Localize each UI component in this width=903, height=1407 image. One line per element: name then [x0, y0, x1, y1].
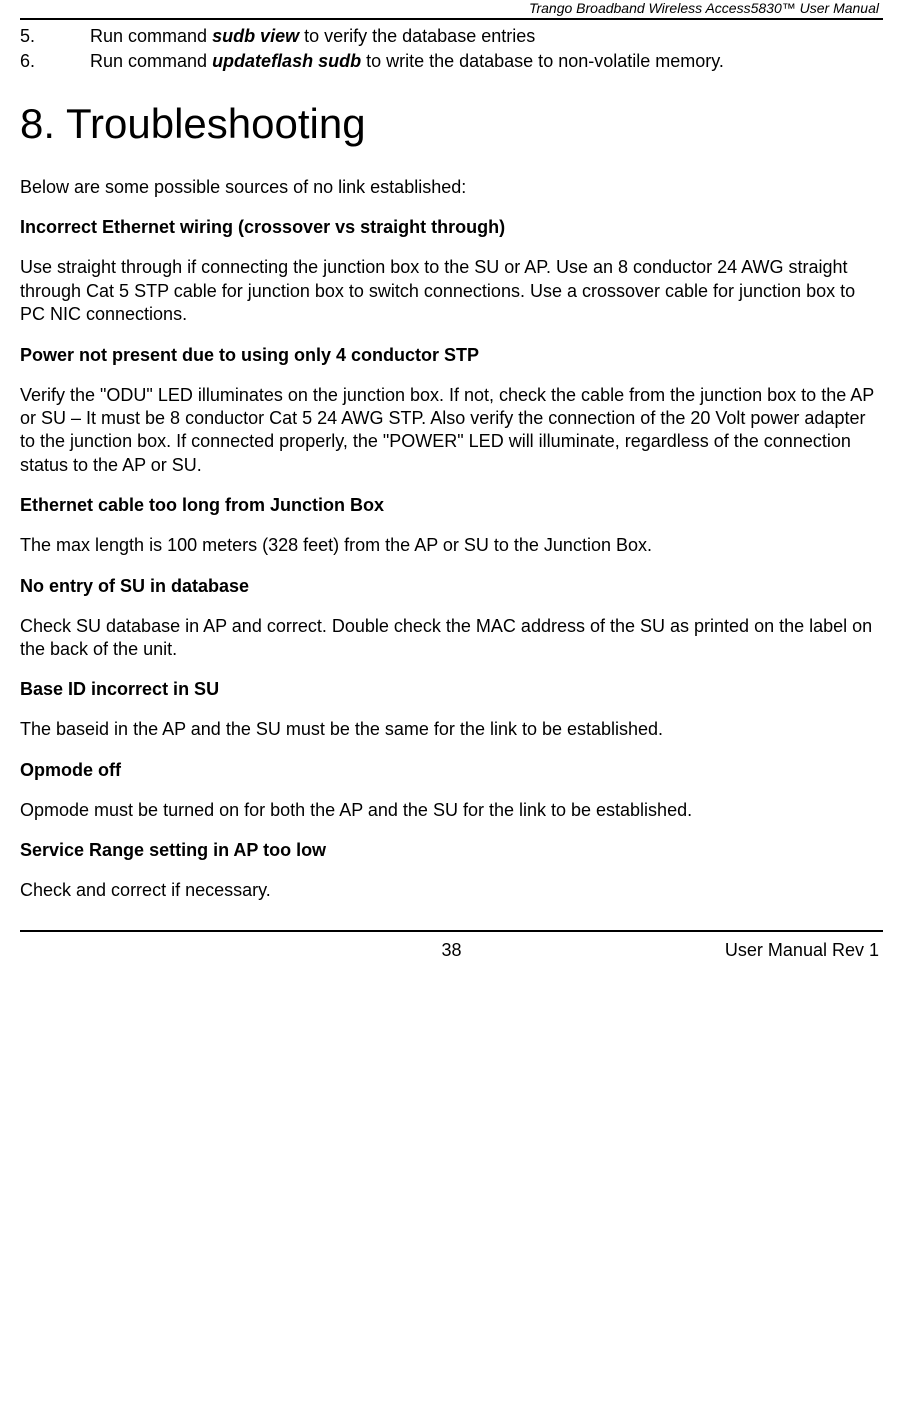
list-item-5: 5. Run command sudb view to verify the d… — [20, 26, 883, 47]
page-footer: 38 User Manual Rev 1 — [20, 930, 883, 968]
subheading-ethernet-wiring: Incorrect Ethernet wiring (crossover vs … — [20, 217, 883, 238]
paragraph-no-entry-su: Check SU database in AP and correct. Dou… — [20, 615, 883, 662]
list-item-6: 6. Run command updateflash sudb to write… — [20, 51, 883, 72]
subheading-opmode-off: Opmode off — [20, 760, 883, 781]
text-prefix: Run command — [90, 51, 212, 71]
subheading-no-entry-su: No entry of SU in database — [20, 576, 883, 597]
text-prefix: Run command — [90, 26, 212, 46]
subheading-power-not-present: Power not present due to using only 4 co… — [20, 345, 883, 366]
page-number: 38 — [441, 940, 461, 961]
paragraph-cable-too-long: The max length is 100 meters (328 feet) … — [20, 534, 883, 557]
subheading-service-range: Service Range setting in AP too low — [20, 840, 883, 861]
list-number: 5. — [20, 26, 90, 47]
list-number: 6. — [20, 51, 90, 72]
command-text: sudb view — [212, 26, 299, 46]
chapter-heading: 8. Troubleshooting — [20, 100, 883, 148]
text-suffix: to verify the database entries — [299, 26, 535, 46]
subheading-base-id-incorrect: Base ID incorrect in SU — [20, 679, 883, 700]
subheading-cable-too-long: Ethernet cable too long from Junction Bo… — [20, 495, 883, 516]
footer-right-text: User Manual Rev 1 — [725, 940, 879, 961]
page-header: Trango Broadband Wireless Access5830™ Us… — [20, 0, 883, 20]
paragraph-service-range: Check and correct if necessary. — [20, 879, 883, 902]
intro-paragraph: Below are some possible sources of no li… — [20, 176, 883, 199]
list-text: Run command sudb view to verify the data… — [90, 26, 883, 47]
text-suffix: to write the database to non-volatile me… — [361, 51, 724, 71]
paragraph-power-not-present: Verify the "ODU" LED illuminates on the … — [20, 384, 883, 478]
list-text: Run command updateflash sudb to write th… — [90, 51, 883, 72]
paragraph-base-id-incorrect: The baseid in the AP and the SU must be … — [20, 718, 883, 741]
command-text: updateflash sudb — [212, 51, 361, 71]
paragraph-opmode-off: Opmode must be turned on for both the AP… — [20, 799, 883, 822]
paragraph-ethernet-wiring: Use straight through if connecting the j… — [20, 256, 883, 326]
